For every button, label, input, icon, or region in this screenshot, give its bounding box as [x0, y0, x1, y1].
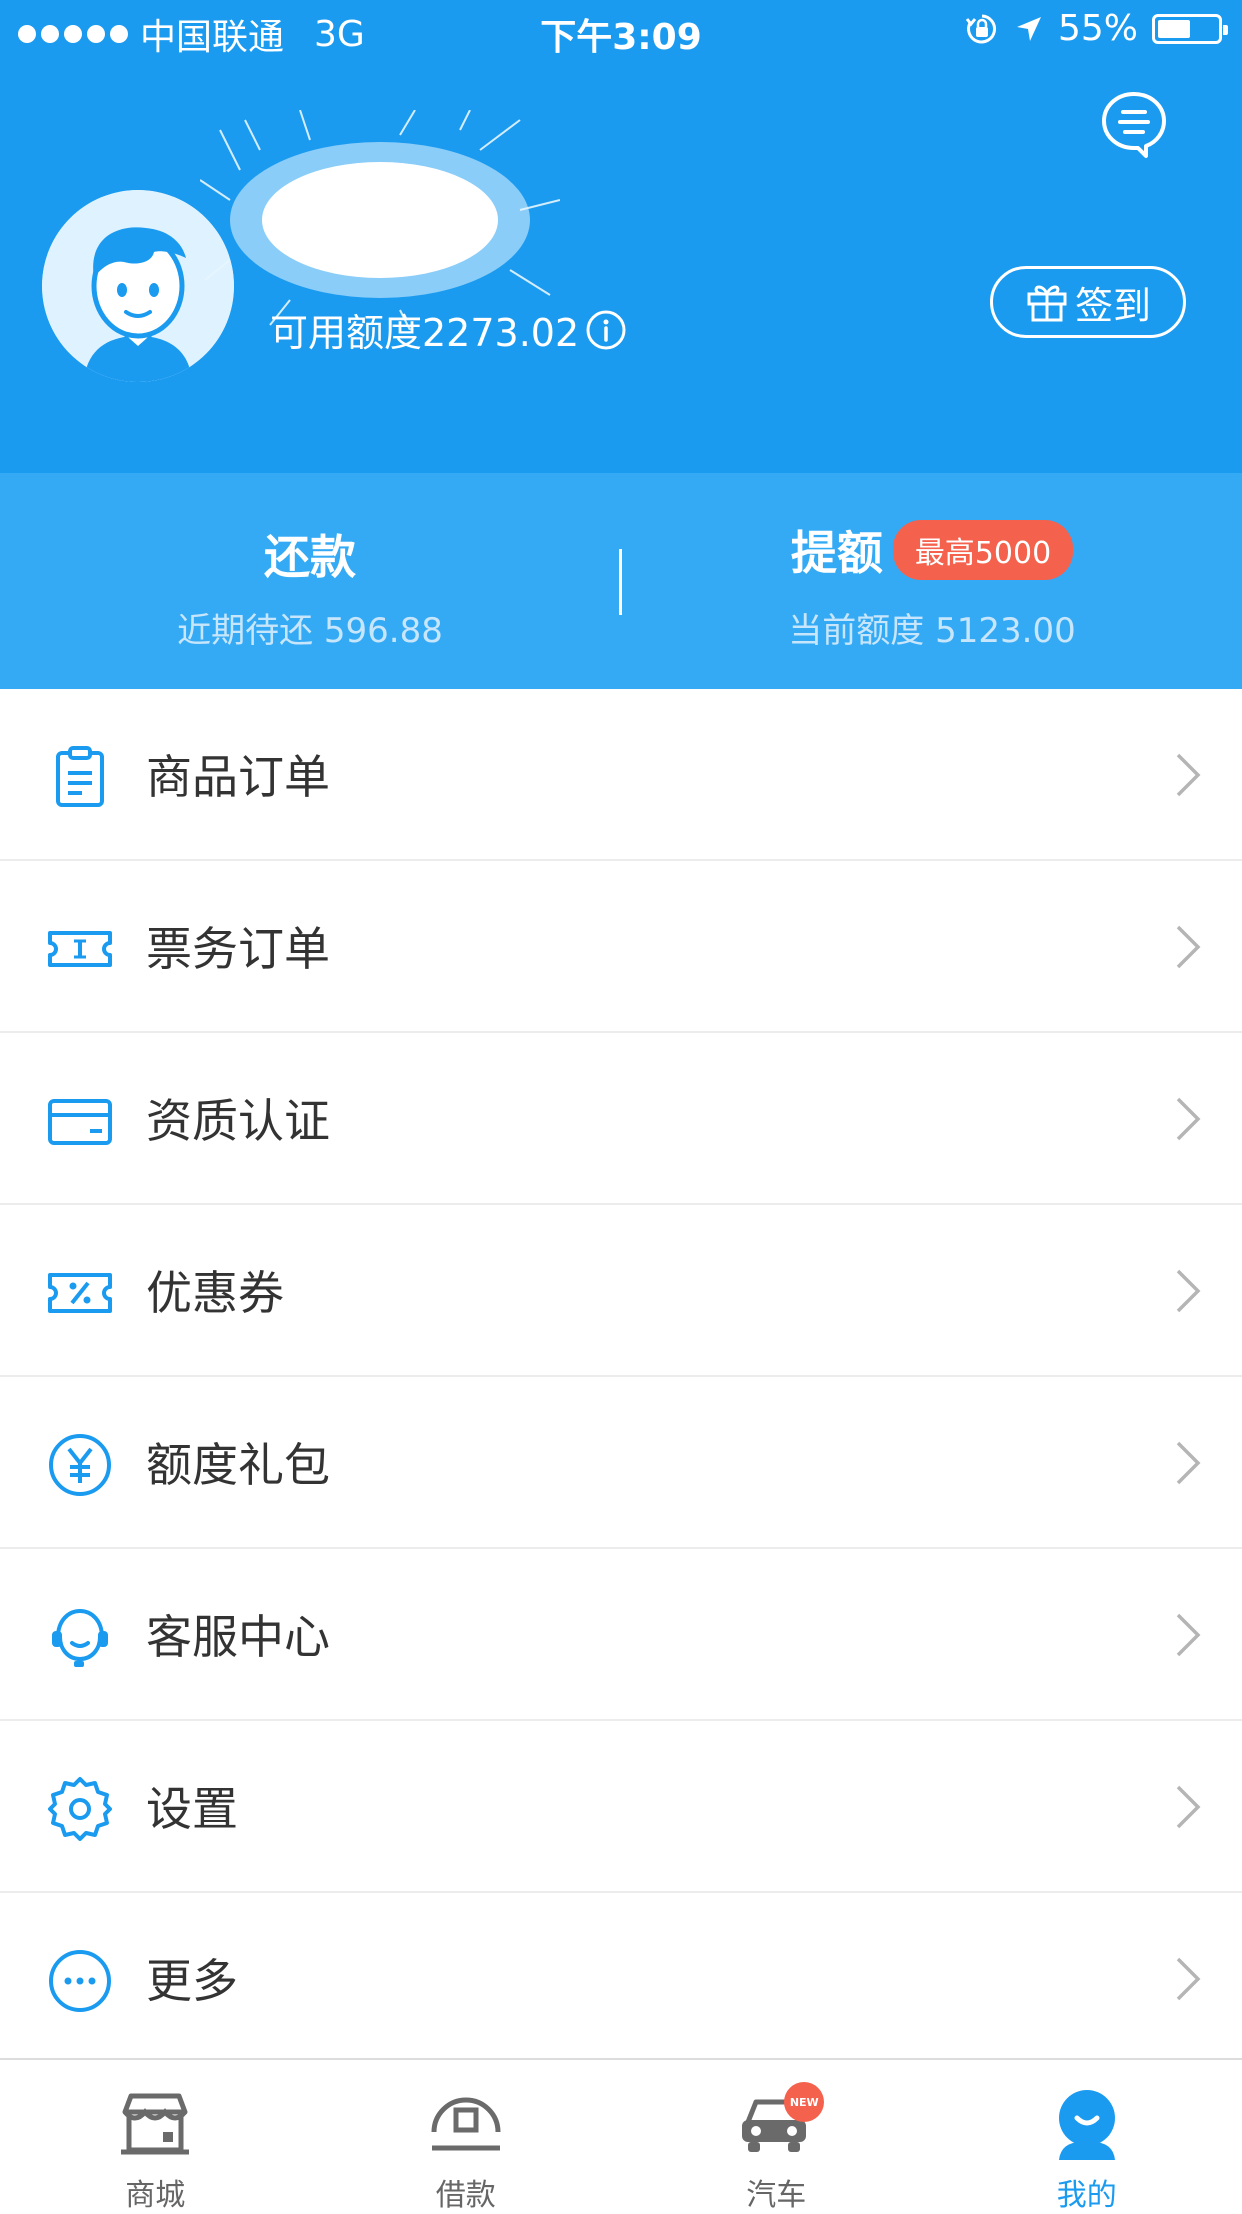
- profile-header: 中国联通 3G 下午3:09 55%: [0, 0, 1242, 473]
- menu-item-label: 客服中心: [146, 1601, 330, 1667]
- battery-icon: [1152, 14, 1222, 44]
- menu-item-product-orders[interactable]: 商品订单: [0, 689, 1242, 861]
- tab-label: 我的: [1057, 2170, 1117, 2214]
- chevron-right-icon: [1172, 1439, 1204, 1487]
- new-badge: NEW: [784, 2082, 824, 2122]
- headset-icon: [46, 1603, 114, 1671]
- tab-label: 借款: [436, 2170, 496, 2214]
- raise-limit-section[interactable]: 提额 最高5000 当前额度 5123.00: [622, 473, 1242, 689]
- current-limit: 当前额度 5123.00: [622, 603, 1242, 652]
- menu-item-label: 商品订单: [146, 741, 330, 807]
- info-icon[interactable]: [585, 309, 627, 351]
- battery-percent: 55%: [1058, 8, 1138, 49]
- available-credit: 可用额度2273.02: [270, 302, 627, 357]
- repay-section[interactable]: 还款 近期待还 596.88: [0, 473, 620, 689]
- location-arrow-icon: [1014, 14, 1044, 44]
- menu-item-label: 更多: [146, 1945, 238, 2011]
- tab-mall[interactable]: 商城: [0, 2060, 311, 2208]
- sign-in-label: 签到: [1075, 275, 1151, 330]
- chevron-right-icon: [1172, 923, 1204, 971]
- tab-label: 商城: [125, 2170, 185, 2214]
- menu-item-label: 优惠券: [146, 1257, 284, 1323]
- chevron-right-icon: [1172, 1095, 1204, 1143]
- max-limit-badge: 最高5000: [893, 520, 1073, 580]
- menu-item-label: 额度礼包: [146, 1429, 330, 1495]
- tab-mine[interactable]: 我的: [932, 2060, 1242, 2208]
- clipboard-icon: [46, 743, 114, 811]
- chevron-right-icon: [1172, 1783, 1204, 1831]
- yen-icon: [46, 1431, 114, 1499]
- id-card-icon: [46, 1087, 114, 1155]
- tab-car[interactable]: NEW 汽车: [621, 2060, 932, 2208]
- gear-icon: [46, 1775, 114, 1843]
- raise-limit-title: 提额: [791, 517, 883, 583]
- battery-level: [1158, 20, 1190, 38]
- menu-item-label: 资质认证: [146, 1085, 330, 1151]
- chevron-right-icon: [1172, 1611, 1204, 1659]
- profile-icon: [1047, 2088, 1127, 2160]
- ticket-icon: [46, 915, 114, 983]
- status-bar: 中国联通 3G 下午3:09 55%: [0, 0, 1242, 62]
- menu-item-settings[interactable]: 设置: [0, 1721, 1242, 1893]
- menu-item-coupons[interactable]: 优惠券: [0, 1205, 1242, 1377]
- rotation-lock-icon: [964, 11, 1000, 47]
- loan-icon: [426, 2088, 506, 2160]
- repay-title: 还款: [0, 521, 620, 587]
- bottom-tab-bar: 商城 借款 NEW 汽车: [0, 2058, 1242, 2208]
- menu-item-ticket-orders[interactable]: 票务订单: [0, 861, 1242, 1033]
- message-icon: [1098, 88, 1170, 160]
- store-icon: [115, 2088, 195, 2160]
- menu-item-more[interactable]: 更多: [0, 1893, 1242, 2065]
- sign-in-button[interactable]: 签到: [990, 266, 1186, 338]
- redacted-username: [200, 110, 560, 330]
- chevron-right-icon: [1172, 751, 1204, 799]
- tab-loan[interactable]: 借款: [311, 2060, 622, 2208]
- menu-item-qualification[interactable]: 资质认证: [0, 1033, 1242, 1205]
- chevron-right-icon: [1172, 1267, 1204, 1315]
- gift-icon: [1025, 280, 1069, 324]
- message-button[interactable]: [1098, 88, 1170, 160]
- tab-label: 汽车: [746, 2170, 806, 2214]
- menu-item-credit-gift[interactable]: 额度礼包: [0, 1377, 1242, 1549]
- menu-item-label: 票务订单: [146, 913, 330, 979]
- chevron-right-icon: [1172, 1955, 1204, 2003]
- menu-item-label: 设置: [146, 1773, 238, 1839]
- more-icon: [46, 1947, 114, 2015]
- coupon-icon: [46, 1259, 114, 1327]
- available-credit-text: 可用额度2273.02: [270, 302, 579, 357]
- repay-due-amount: 近期待还 596.88: [0, 603, 620, 652]
- account-summary: 还款 近期待还 596.88 提额 最高5000 当前额度 5123.00: [0, 473, 1242, 689]
- menu-item-customer-service[interactable]: 客服中心: [0, 1549, 1242, 1721]
- menu-list: 商品订单 票务订单 资质认证 优惠券: [0, 689, 1242, 2065]
